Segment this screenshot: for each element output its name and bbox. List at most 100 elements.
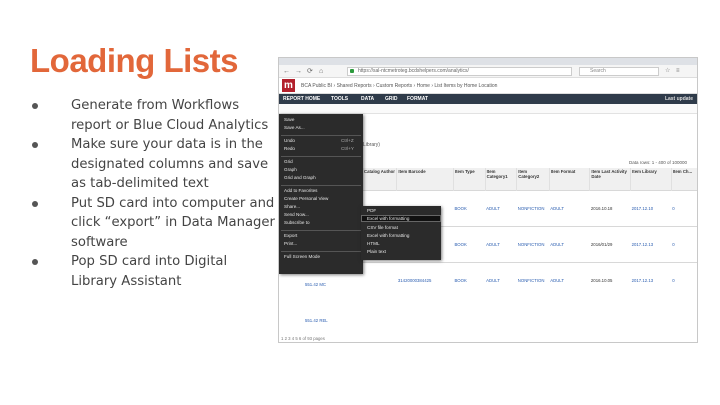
filter-text: Library) bbox=[363, 142, 380, 148]
menu-item-graph[interactable]: Graph bbox=[284, 167, 297, 172]
redo-shortcut: Ctrl+Y bbox=[341, 146, 354, 151]
grid-cell[interactable] bbox=[363, 261, 397, 298]
report-menubar: REPORT HOME TOOLS DATA GRID FORMAT Last … bbox=[279, 94, 697, 104]
grid-cell[interactable]: NONFICTION bbox=[516, 189, 550, 226]
col-header[interactable]: Item Barcode bbox=[396, 168, 454, 190]
grid-cell[interactable]: 2017.12.10 bbox=[630, 189, 672, 226]
menu-item-undo[interactable]: Undo bbox=[284, 138, 295, 143]
menu-report-home[interactable]: REPORT HOME bbox=[283, 96, 320, 102]
menu-item-add-to-favorites[interactable]: Add to Favorites bbox=[284, 188, 317, 193]
col-header[interactable]: Catalog Author bbox=[363, 168, 398, 190]
menu-item-save-as[interactable]: Save As... bbox=[284, 125, 305, 130]
forward-icon[interactable]: → bbox=[295, 68, 302, 75]
menu-item-create-personal-view[interactable]: Create Personal View bbox=[284, 196, 328, 201]
menu-item-send-now[interactable]: Send Now... bbox=[284, 212, 309, 217]
grid-cell[interactable]: 0 bbox=[671, 225, 697, 262]
export-submenu: PDF Excel with formatting CSV file forma… bbox=[361, 206, 441, 260]
breadcrumb: BCA Public BI › Shared Reports › Custom … bbox=[301, 83, 498, 89]
menu-grid[interactable]: GRID bbox=[385, 96, 398, 102]
menu-item-save[interactable]: Save bbox=[284, 117, 294, 122]
menu-format[interactable]: FORMAT bbox=[407, 96, 428, 102]
slide-title: Loading Lists bbox=[30, 42, 239, 79]
app-header: m BCA Public BI › Shared Reports › Custo… bbox=[279, 78, 697, 94]
grid-cell[interactable]: BOOK bbox=[453, 261, 486, 298]
grid-cell[interactable]: ADULT bbox=[549, 261, 590, 298]
col-header[interactable]: Item Library bbox=[630, 168, 672, 190]
grid-cell[interactable]: 0 bbox=[671, 261, 697, 298]
reload-icon[interactable]: ⟳ bbox=[307, 68, 313, 75]
pagination[interactable]: 1 2 3 4 5 6 of 93 pages bbox=[281, 336, 325, 341]
browser-toolbar-icons[interactable]: ☆ ≡ bbox=[665, 67, 682, 74]
grid-cell[interactable]: BOOK bbox=[453, 225, 486, 262]
grid-header-row: Catalog Author Item Barcode Item Type It… bbox=[363, 168, 697, 190]
grid-cell[interactable]: ADULT bbox=[485, 189, 517, 226]
menu-divider bbox=[281, 185, 361, 186]
export-plain-text[interactable]: Plain text bbox=[367, 249, 386, 254]
bullet-item: Make sure your data is in the designated… bbox=[30, 135, 275, 194]
grid-cell[interactable]: ADULT bbox=[549, 225, 590, 262]
menu-divider bbox=[281, 156, 361, 157]
bullet-item: Pop SD card into Digital Library Assista… bbox=[30, 252, 275, 291]
call-number-column: 551.42 MC 551.42 REL bbox=[279, 274, 363, 342]
col-header[interactable]: Item Ch... bbox=[671, 168, 697, 190]
menu-item-redo[interactable]: Redo bbox=[284, 146, 295, 151]
grid-cell[interactable]: ADULT bbox=[549, 189, 590, 226]
grid-cell: 2016.10.18 bbox=[589, 189, 631, 226]
browser-tab-bar bbox=[279, 58, 697, 65]
home-icon[interactable]: ⌂ bbox=[319, 68, 323, 75]
menu-divider bbox=[281, 230, 361, 231]
menu-item-grid-and-graph[interactable]: Grid and Graph bbox=[284, 175, 316, 180]
menu-item-full-screen[interactable]: Full Screen Mode bbox=[284, 254, 320, 259]
report-toolbar bbox=[279, 104, 697, 114]
grid-cell[interactable]: NONFICTION bbox=[516, 225, 550, 262]
app-logo: m bbox=[282, 79, 295, 92]
grid-cell[interactable]: 31420000384425 bbox=[396, 261, 454, 298]
bullet-dot-icon bbox=[32, 200, 38, 207]
bullet-dot-icon bbox=[32, 103, 38, 109]
grid-cell[interactable]: ADULT bbox=[485, 261, 517, 298]
col-header[interactable]: Item Format bbox=[549, 168, 591, 190]
menu-divider bbox=[281, 251, 361, 252]
menu-data[interactable]: DATA bbox=[361, 96, 374, 102]
col-header[interactable]: Item Last Activity Date bbox=[589, 168, 632, 190]
address-input[interactable]: https://sal-ntcmetroteg.bcdshelpers.com/… bbox=[347, 67, 572, 76]
table-row: 31420000384425 BOOK ADULT NONFICTION ADU… bbox=[363, 261, 697, 298]
last-update-label: Last update bbox=[664, 96, 693, 102]
menu-item-export[interactable]: Export bbox=[284, 233, 297, 238]
grid-cell[interactable]: 2017.12.13 bbox=[630, 261, 672, 298]
menu-item-share[interactable]: Share... bbox=[284, 204, 300, 209]
menu-item-print[interactable]: Print... bbox=[284, 241, 297, 246]
menu-item-subscribe[interactable]: Subscribe to bbox=[284, 220, 310, 225]
menu-item-grid[interactable]: Grid bbox=[284, 159, 293, 164]
col-header[interactable]: Item Category1 bbox=[485, 168, 518, 190]
browser-search-input[interactable]: Search bbox=[579, 67, 659, 76]
export-excel-formatting[interactable]: Excel with formatting bbox=[367, 216, 409, 221]
report-home-dropdown: Save Save As... Undo Ctrl+Z Redo Ctrl+Y … bbox=[279, 114, 363, 274]
bullet-item: Put SD card into computer and click “exp… bbox=[30, 194, 275, 253]
export-csv[interactable]: CSV file format bbox=[367, 225, 398, 230]
call-number[interactable]: 551.42 REL bbox=[305, 318, 328, 323]
lock-icon bbox=[350, 69, 354, 73]
grid-cell[interactable]: 2017.12.13 bbox=[630, 225, 672, 262]
export-excel-formatting-2[interactable]: Excel with formatting bbox=[367, 233, 409, 238]
bullet-list: Generate from Workflows report or Blue C… bbox=[30, 96, 275, 291]
grid-cell[interactable]: BOOK bbox=[453, 189, 486, 226]
col-header[interactable]: Item Category2 bbox=[516, 168, 550, 190]
grid-cell[interactable]: ADULT bbox=[485, 225, 517, 262]
export-html[interactable]: HTML bbox=[367, 241, 380, 246]
row-count: Data rows: 1 - 400 of 100000 bbox=[629, 160, 688, 165]
bullet-dot-icon bbox=[32, 259, 38, 265]
grid-cell: 2016.10.05 bbox=[589, 261, 631, 298]
grid-cell[interactable]: NONFICTION bbox=[516, 261, 550, 298]
bullet-dot-icon bbox=[32, 142, 38, 148]
grid-cell[interactable]: 0 bbox=[671, 189, 697, 226]
col-header[interactable]: Item Type bbox=[453, 168, 486, 190]
undo-shortcut: Ctrl+Z bbox=[341, 138, 354, 143]
grid-cell: 2016/01/29 bbox=[589, 225, 631, 262]
back-icon[interactable]: ← bbox=[283, 68, 290, 75]
embedded-screenshot: ← → ⟳ ⌂ https://sal-ntcmetroteg.bcdshelp… bbox=[278, 57, 698, 343]
menu-divider bbox=[281, 135, 361, 136]
export-pdf[interactable]: PDF bbox=[367, 208, 376, 213]
menu-tools[interactable]: TOOLS bbox=[331, 96, 348, 102]
call-number[interactable]: 551.42 MC bbox=[305, 282, 326, 287]
